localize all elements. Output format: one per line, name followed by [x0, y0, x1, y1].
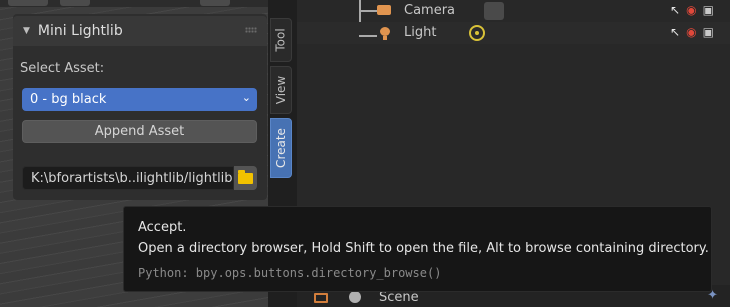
tab-create[interactable]: Create — [270, 118, 292, 178]
outliner-row-light[interactable]: Light ↖◉▣ — [297, 22, 730, 44]
directory-path-value: K:\bforartists\b..ilightlib/lightlib — [31, 170, 233, 186]
render-camera-icon[interactable]: ▣ — [703, 25, 720, 39]
viewport-header-button[interactable] — [200, 0, 230, 6]
tab-view-label: View — [274, 75, 289, 105]
tooltip-title: Accept. — [138, 220, 187, 235]
row-visibility-icons: ↖◉▣ — [670, 25, 720, 39]
tree-connector — [359, 35, 377, 37]
render-camera-icon[interactable]: ▣ — [703, 3, 720, 17]
drag-grip-icon[interactable] — [245, 27, 257, 33]
tab-view[interactable]: View — [270, 66, 292, 114]
select-arrow-icon[interactable]: ↖ — [670, 25, 686, 39]
row-visibility-icons: ↖◉▣ — [670, 3, 720, 17]
viewport-header-button[interactable] — [8, 0, 48, 6]
tab-tool[interactable]: Tool — [270, 18, 292, 62]
light-object-icon — [380, 27, 390, 40]
select-arrow-icon[interactable]: ↖ — [670, 3, 686, 17]
directory-path-field[interactable]: K:\bforartists\b..ilightlib/lightlib — [22, 166, 234, 190]
editor-type-icon[interactable] — [314, 293, 328, 303]
scene-icon — [349, 291, 361, 303]
camera-object-icon — [377, 5, 391, 15]
asset-dropdown-value: 0 - bg black — [30, 92, 107, 107]
outliner-row-camera[interactable]: Camera ↖◉▣ — [297, 0, 730, 22]
tooltip-python-path: Python: bpy.ops.buttons.directory_browse… — [138, 266, 442, 280]
viewport-header-button[interactable] — [60, 0, 90, 6]
viewport-header — [0, 0, 268, 7]
select-asset-label: Select Asset: — [20, 61, 105, 76]
hide-eye-icon[interactable]: ◉ — [686, 3, 702, 17]
panel-title: Mini Lightlib — [37, 23, 123, 39]
tab-tool-label: Tool — [274, 28, 288, 52]
chevron-down-icon: ⌄ — [241, 91, 251, 104]
camera-data-icon[interactable] — [484, 2, 504, 20]
append-asset-button[interactable]: Append Asset — [22, 120, 257, 143]
tree-connector — [359, 10, 377, 12]
asset-dropdown[interactable]: 0 - bg black ⌄ — [22, 88, 257, 111]
directory-browse-button[interactable] — [234, 166, 257, 190]
tooltip: Accept. Open a directory browser, Hold S… — [123, 206, 712, 292]
hide-eye-icon[interactable]: ◉ — [686, 25, 702, 39]
outliner-item-label: Light — [404, 25, 437, 40]
scene-label: Scene — [379, 290, 419, 305]
panel-header[interactable]: ▼ Mini Lightlib — [13, 16, 267, 46]
tooltip-description: Open a directory browser, Hold Shift to … — [138, 241, 709, 256]
folder-icon — [238, 169, 253, 184]
outliner-item-label: Camera — [404, 3, 456, 18]
collapse-triangle-icon[interactable]: ▼ — [23, 26, 30, 36]
light-data-icon[interactable] — [469, 25, 485, 41]
tab-create-label: Create — [274, 128, 288, 168]
append-asset-label: Append Asset — [94, 124, 185, 139]
